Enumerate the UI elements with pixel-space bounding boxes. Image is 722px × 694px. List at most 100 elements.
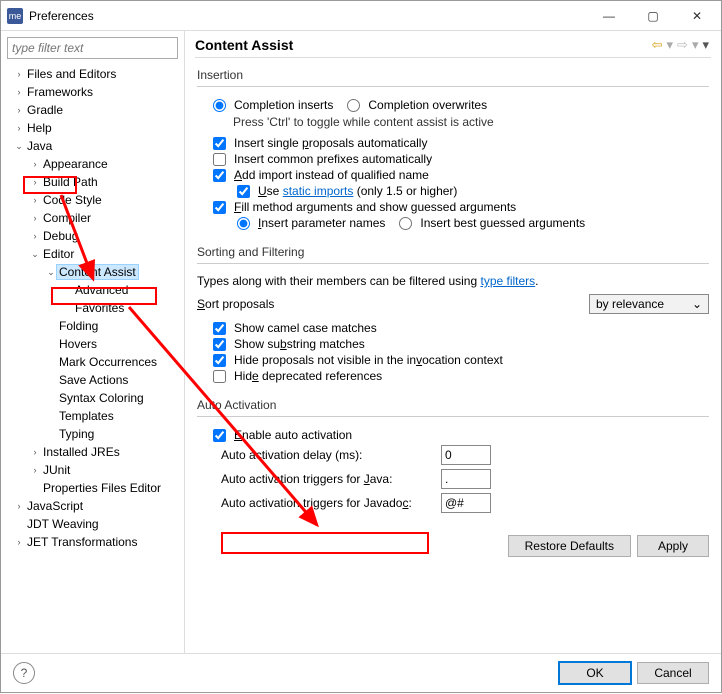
use-static-imports-check[interactable] [237,185,250,198]
insert-single-label: Insert single proposals automatically [234,136,427,150]
tree-item[interactable]: Advanced [5,281,184,299]
tree-expand-icon[interactable]: › [29,195,41,205]
group-sorting: Sorting and Filtering [197,245,709,259]
tree-item[interactable]: ⌄Content Assist [5,263,184,281]
hide-invisible-check[interactable] [213,354,226,367]
type-filters-link[interactable]: type filters [480,274,535,288]
enable-auto-check[interactable] [213,429,226,442]
tree-item[interactable]: Properties Files Editor [5,479,184,497]
tree-item[interactable]: ›Code Style [5,191,184,209]
fill-arguments-label: Fill method arguments and show guessed a… [234,200,516,214]
tree-item[interactable]: ›Frameworks [5,83,184,101]
camel-case-check[interactable] [213,322,226,335]
tree-expand-icon[interactable]: › [13,105,25,115]
insert-best-label: Insert best guessed arguments [420,216,585,230]
tree-item[interactable]: JDT Weaving [5,515,184,533]
main-header: Content Assist ⇦ ▾ ⇨ ▾ ▾ [185,31,721,57]
hide-deprecated-check[interactable] [213,370,226,383]
camel-case-label: Show camel case matches [234,321,377,335]
tree-item-label: Advanced [73,283,130,297]
tree-item[interactable]: ›Compiler [5,209,184,227]
tree-item[interactable]: ›Build Path [5,173,184,191]
tree-item-label: Compiler [41,211,93,225]
sort-proposals-select[interactable]: by relevance⌄ [589,294,709,314]
completion-overwrites-radio[interactable] [347,99,360,112]
fill-arguments-check[interactable] [213,201,226,214]
chevron-down-icon: ⌄ [692,297,702,311]
tree-item-label: Java [25,139,54,153]
tree-item-label: Files and Editors [25,67,118,81]
tree-item[interactable]: Save Actions [5,371,184,389]
tree-item[interactable]: ›JET Transformations [5,533,184,551]
java-triggers-input[interactable] [441,469,491,489]
tree-item-label: Debug [41,229,80,243]
tree-expand-icon[interactable]: › [13,501,25,511]
tree-item[interactable]: ›Files and Editors [5,65,184,83]
ok-button[interactable]: OK [559,662,631,684]
tree-item[interactable]: ›Gradle [5,101,184,119]
minimize-button[interactable]: — [587,2,631,30]
tree-expand-icon[interactable]: ⌄ [13,141,25,152]
separator [197,263,709,264]
help-icon[interactable]: ? [13,662,35,684]
tree-expand-icon[interactable]: › [29,447,41,457]
javadoc-triggers-input[interactable] [441,493,491,513]
separator [197,416,709,417]
tree-expand-icon[interactable]: ⌄ [45,267,57,278]
tree-item[interactable]: Folding [5,317,184,335]
tree-item-label: Code Style [41,193,104,207]
tree-item[interactable]: Templates [5,407,184,425]
substring-check[interactable] [213,338,226,351]
completion-inserts-radio[interactable] [213,99,226,112]
sort-proposals-row: Sort proposals by relevance⌄ [197,294,709,314]
insert-best-radio[interactable] [399,217,412,230]
filter-input[interactable] [7,37,178,59]
tree-item[interactable]: ›Appearance [5,155,184,173]
close-button[interactable]: ✕ [675,2,719,30]
tree-expand-icon[interactable]: › [29,465,41,475]
tree-item[interactable]: ⌄Editor [5,245,184,263]
tree-item-label: Editor [41,247,76,261]
forward-menu-icon[interactable]: ▾ [690,37,701,53]
tree-item-label: JET Transformations [25,535,139,549]
tree-item[interactable]: ›Help [5,119,184,137]
insert-param-names-radio[interactable] [237,217,250,230]
insert-single-check[interactable] [213,137,226,150]
tree-item-label: Properties Files Editor [41,481,163,495]
tree-expand-icon[interactable]: ⌄ [29,249,41,260]
insert-prefixes-check[interactable] [213,153,226,166]
add-import-check[interactable] [213,169,226,182]
tree-item[interactable]: ⌄Java [5,137,184,155]
tree-item[interactable]: ›JavaScript [5,497,184,515]
tree-item[interactable]: ›Installed JREs [5,443,184,461]
back-menu-icon[interactable]: ▾ [665,37,676,53]
maximize-button[interactable]: ▢ [631,2,675,30]
back-icon[interactable]: ⇦ [650,37,665,53]
javadoc-triggers-row: Auto activation triggers for Javadoc: [197,491,709,515]
delay-input[interactable] [441,445,491,465]
tree-item[interactable]: Hovers [5,335,184,353]
tree-expand-icon[interactable]: › [29,159,41,169]
tree-expand-icon[interactable]: › [13,87,25,97]
view-menu-icon[interactable]: ▾ [700,37,711,53]
preference-tree[interactable]: ›Files and Editors›Frameworks›Gradle›Hel… [5,63,184,649]
tree-item[interactable]: ›Debug [5,227,184,245]
tree-item[interactable]: Mark Occurrences [5,353,184,371]
tree-expand-icon[interactable]: › [29,231,41,241]
tree-item[interactable]: Favorites [5,299,184,317]
apply-button[interactable]: Apply [637,535,709,557]
tree-item[interactable]: Typing [5,425,184,443]
tree-item[interactable]: Syntax Coloring [5,389,184,407]
tree-item[interactable]: ›JUnit [5,461,184,479]
tree-expand-icon[interactable]: › [13,537,25,547]
cancel-button[interactable]: Cancel [637,662,709,684]
tree-item-label: Hovers [57,337,99,351]
restore-defaults-button[interactable]: Restore Defaults [508,535,631,557]
tree-expand-icon[interactable]: › [13,123,25,133]
tree-expand-icon[interactable]: › [13,69,25,79]
tree-expand-icon[interactable]: › [29,177,41,187]
delay-row: Auto activation delay (ms): [197,443,709,467]
tree-expand-icon[interactable]: › [29,213,41,223]
forward-icon[interactable]: ⇨ [675,37,690,53]
use-static-imports-label: Use static imports (only 1.5 or higher) [258,184,457,198]
